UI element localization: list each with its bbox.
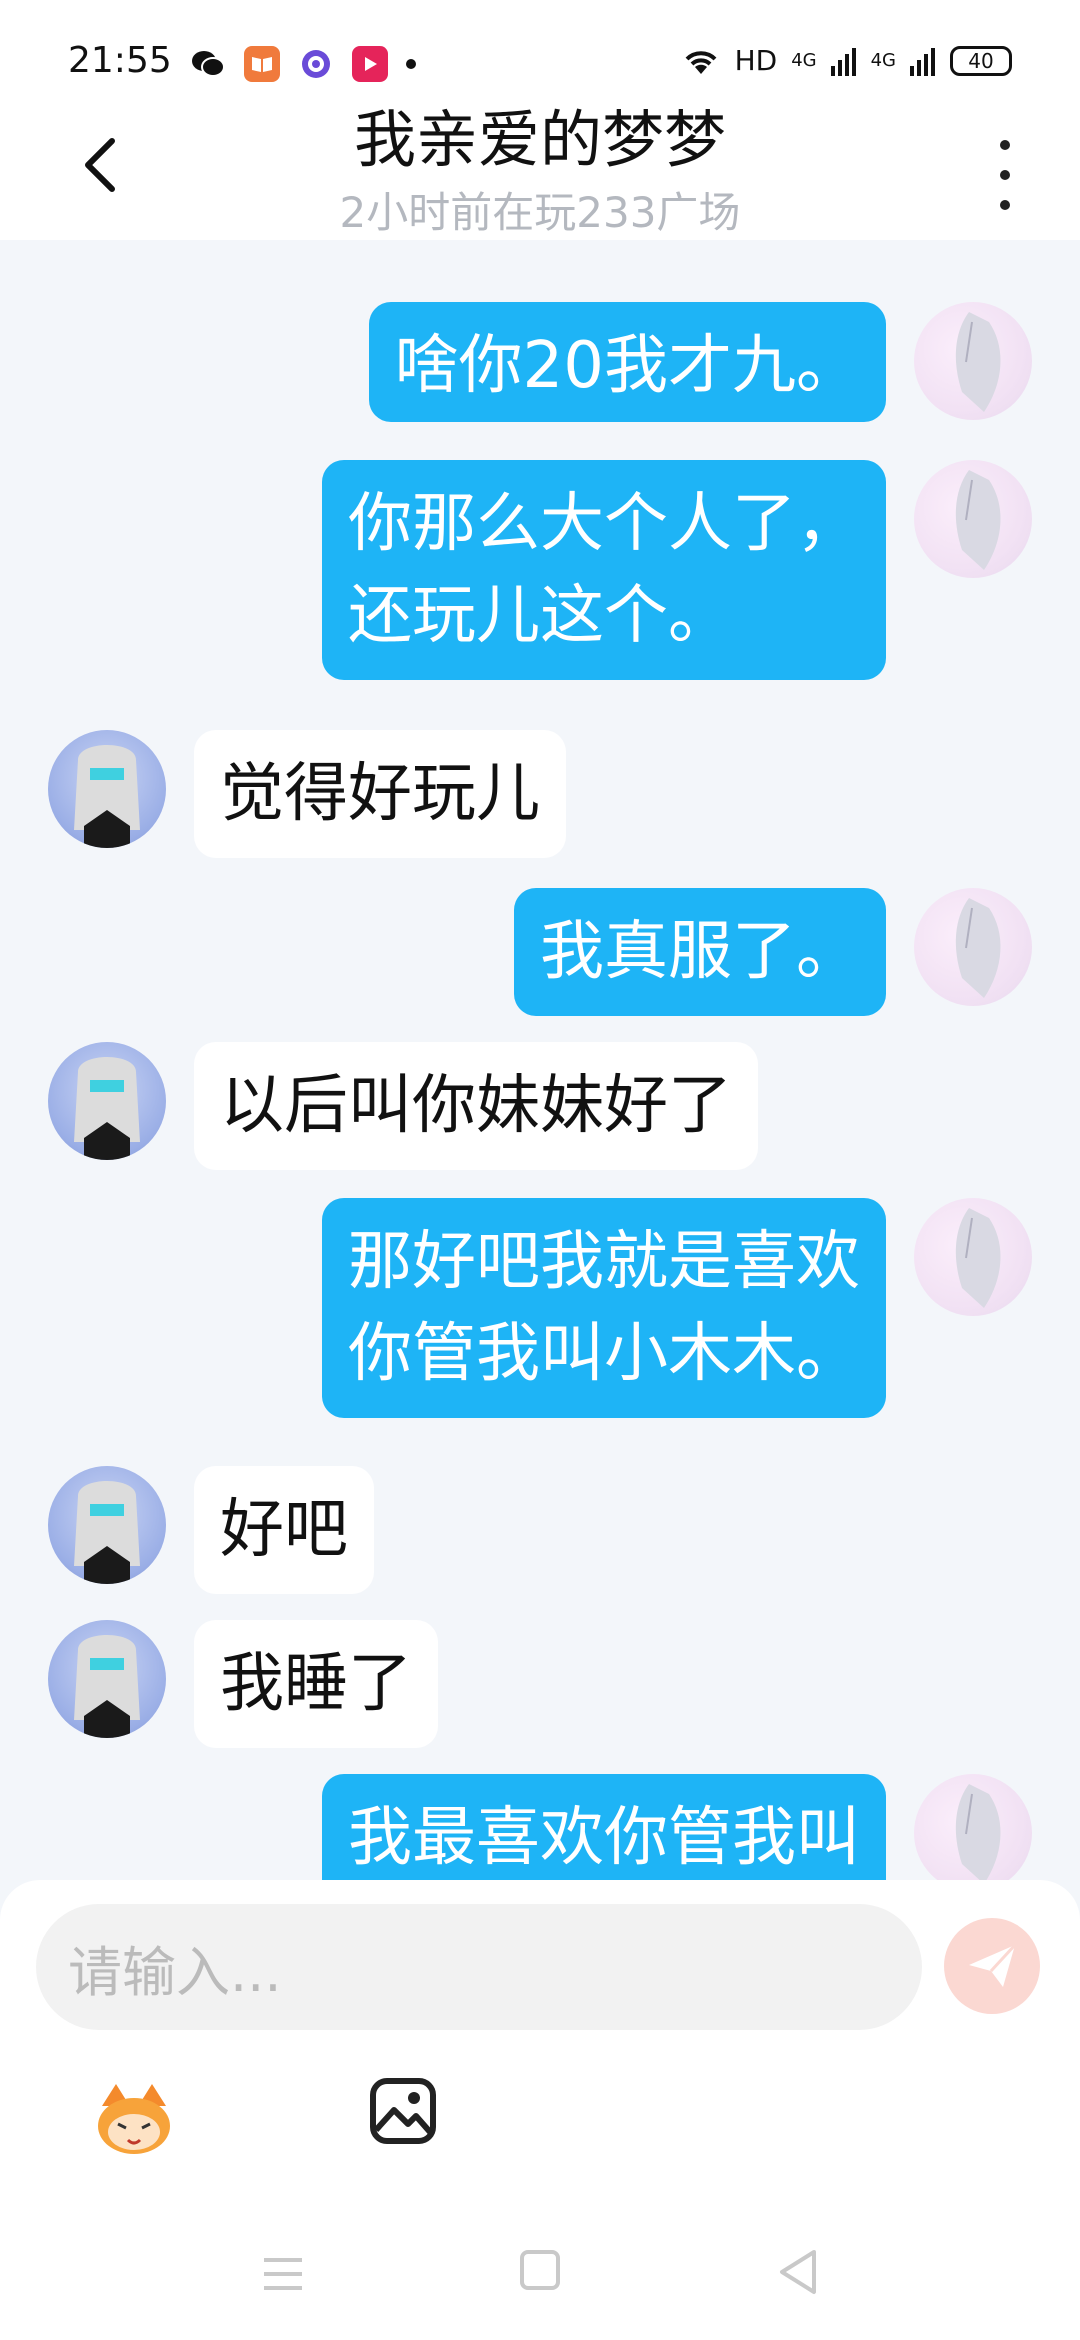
status-right: HD 4G 4G 40 <box>681 44 1012 77</box>
battery-icon: 40 <box>950 45 1012 76</box>
send-button[interactable] <box>944 1918 1040 2014</box>
chat-header: 我亲爱的梦梦 2小时前在玩233广场 <box>0 100 1080 240</box>
message-input[interactable]: 请输入... <box>36 1904 922 2030</box>
message-bubble-sent[interactable]: 啥你20我才九。 <box>368 302 886 422</box>
input-panel: 请输入... <box>0 1880 1080 2340</box>
signal-label-1: 4G <box>791 50 817 71</box>
status-bar: 21:55 HD 4G 4G 40 <box>0 0 1080 100</box>
mascot-face-icon <box>98 2084 170 2154</box>
my-avatar[interactable] <box>914 1774 1032 1880</box>
home-button[interactable] <box>520 2250 560 2290</box>
chat-screen: 21:55 HD 4G 4G 40 我亲爱的梦梦 2小时前在玩233广场 啥你2… <box>0 0 1080 2340</box>
message-bubble-sent[interactable]: 我最喜欢你管我叫 <box>322 1774 886 1880</box>
contact-avatar[interactable] <box>48 1466 166 1584</box>
paper-plane-icon <box>969 1943 1017 1987</box>
message-list[interactable]: 啥你20我才九。 你那么大个人了， 还玩儿这个。 觉得好玩儿 我真服了。 以后叫… <box>0 240 1080 1880</box>
more-options-button[interactable] <box>990 140 1020 210</box>
browser-app-icon <box>298 46 334 82</box>
my-avatar[interactable] <box>914 302 1032 420</box>
contact-avatar[interactable] <box>48 730 166 848</box>
message-bubble-received[interactable]: 好吧 <box>194 1466 374 1594</box>
battery-level: 40 <box>968 48 994 73</box>
status-time: 21:55 <box>68 40 172 81</box>
message-bubble-sent[interactable]: 那好吧我就是喜欢 你管我叫小木木。 <box>322 1198 886 1418</box>
book-app-icon <box>244 46 280 82</box>
notification-dot <box>406 59 416 69</box>
my-avatar[interactable] <box>914 888 1032 1006</box>
contact-avatar[interactable] <box>48 1620 166 1738</box>
system-nav-bar <box>0 2240 1080 2340</box>
network-type: HD <box>734 44 778 77</box>
my-avatar[interactable] <box>914 1198 1032 1316</box>
signal-icon <box>830 47 856 76</box>
wifi-icon <box>685 50 716 74</box>
message-bubble-sent[interactable]: 我真服了。 <box>514 888 886 1016</box>
message-bubble-received[interactable]: 以后叫你妹妹好了 <box>194 1042 758 1170</box>
message-bubble-received[interactable]: 觉得好玩儿 <box>194 730 566 858</box>
image-icon <box>370 2078 436 2144</box>
my-avatar[interactable] <box>914 460 1032 578</box>
more-dot <box>1000 140 1010 150</box>
emoji-sticker-button[interactable] <box>92 2076 176 2160</box>
status-app-icons <box>190 46 416 82</box>
message-bubble-received[interactable]: 我睡了 <box>194 1620 438 1748</box>
contact-avatar[interactable] <box>48 1042 166 1160</box>
more-dot <box>1000 170 1010 180</box>
nav-back-icon[interactable] <box>776 2248 820 2296</box>
image-picker-button[interactable] <box>368 2076 438 2146</box>
signal-icon-2 <box>910 47 935 76</box>
chat-subtitle: 2小时前在玩233广场 <box>339 188 741 237</box>
more-dot <box>1000 200 1010 210</box>
video-app-icon <box>352 46 388 82</box>
page-title: 我亲爱的梦梦 <box>353 103 726 176</box>
signal-label-2: 4G <box>870 50 896 71</box>
wechat-icon <box>190 46 226 82</box>
message-bubble-sent[interactable]: 你那么大个人了， 还玩儿这个。 <box>322 460 886 680</box>
menu-icon[interactable] <box>262 2254 304 2294</box>
